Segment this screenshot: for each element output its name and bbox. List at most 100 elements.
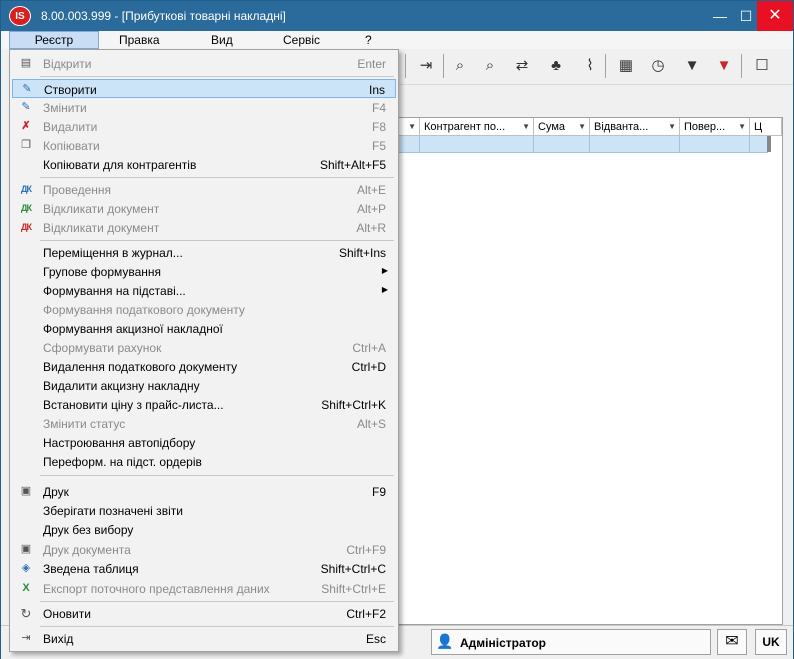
menu-item-create-invoice[interactable]: Сформувати рахунок Ctrl+A	[12, 338, 396, 357]
menu-item-shortcut: F4	[371, 101, 386, 115]
menu-item-label: Оновити	[43, 607, 91, 621]
menu-item-label: Проведення	[43, 183, 112, 197]
menu-item-create[interactable]: ✎ Створити Ins	[12, 79, 396, 98]
find-icon[interactable]: ⌕	[449, 55, 471, 77]
menu-item-label: Змінити	[43, 101, 87, 115]
menu-item-print-without-choice[interactable]: Друк без вибору	[12, 520, 396, 539]
documents-grid: ▼ Контрагент по... ▼ Сума ▼ Відванта... ▼ П…	[397, 117, 783, 625]
sort-arrow-icon: ▼	[738, 122, 746, 131]
menu-separator	[40, 177, 394, 178]
menu-help[interactable]: ?	[359, 31, 378, 49]
menu-item-label: Встановити ціну з прайс-листа...	[43, 398, 224, 412]
table-cell	[398, 136, 420, 153]
menu-item-label: Видалити акцизну накладну	[43, 379, 200, 393]
excel-export-icon: X	[22, 582, 30, 594]
column-header-returned[interactable]: Повер... ▼	[680, 118, 750, 136]
close-button[interactable]: ✕	[757, 1, 793, 31]
menu-separator	[40, 626, 394, 627]
menu-item-formation-based-on[interactable]: Формування на підставі... ▶	[12, 281, 396, 300]
exit-door-icon[interactable]: ⇥	[415, 55, 437, 77]
mail-icon[interactable]: ✉	[717, 629, 747, 655]
menu-item-reform-by-orders[interactable]: Переформ. на підст. ордерів	[12, 452, 396, 471]
app-logo-icon: IS	[9, 6, 31, 26]
user-icon: 👤	[436, 633, 454, 649]
menu-item-set-price-from-pricelist[interactable]: Встановити ціну з прайс-листа... Shift+C…	[12, 395, 396, 414]
menu-item-group-formation[interactable]: Групове формування ▶	[12, 262, 396, 281]
menu-item-delete-excise-invoice[interactable]: Видалити акцизну накладну	[12, 376, 396, 395]
menu-registry[interactable]: Реєстр	[9, 31, 99, 49]
menu-item-autoselect-settings[interactable]: Настроювання автопідбору	[12, 433, 396, 452]
menu-item-change-status[interactable]: Змінити статус Alt+S	[12, 414, 396, 433]
menu-item-print[interactable]: ▣ Друк F9	[12, 482, 396, 501]
menu-item-label: Копіювати для контрагентів	[43, 158, 197, 172]
menu-item-recall-document[interactable]: ДК Відкликати документ Alt+P	[12, 199, 396, 218]
refresh-icon: ↻	[20, 606, 32, 621]
filter-icon[interactable]: ▼	[681, 55, 703, 77]
menu-item-export-view[interactable]: X Експорт поточного представлення даних …	[12, 579, 396, 598]
sort-arrow-icon: ▼	[668, 122, 676, 131]
column-header-price[interactable]: Ц	[750, 118, 782, 136]
user-name: Адміністратор	[460, 636, 547, 650]
create-icon: ✎	[22, 83, 32, 95]
menu-item-shortcut: Alt+E	[356, 183, 386, 197]
find-next-icon[interactable]: ⌕	[479, 55, 501, 77]
column-header-counterparty[interactable]: Контрагент по... ▼	[420, 118, 534, 136]
menu-view[interactable]: Вид	[205, 31, 239, 49]
menu-item-open[interactable]: ▤ Відкрити Enter	[12, 54, 396, 73]
menu-item-recall-document[interactable]: ДК Відкликати документ Alt+R	[12, 218, 396, 237]
menu-item-label: Формування акцизної накладної	[43, 322, 223, 336]
column-header-shipped[interactable]: Відванта... ▼	[590, 118, 680, 136]
menu-item-shortcut: Esc	[365, 632, 386, 646]
menu-item-save-marked-reports[interactable]: Зберігати позначені звіти	[12, 501, 396, 520]
column-header-sum[interactable]: Сума ▼	[534, 118, 590, 136]
table-icon[interactable]: ▦	[615, 55, 637, 77]
registry-dropdown-menu: ▤ Відкрити Enter ✎ Створити Ins ✎ Змінит…	[9, 49, 399, 652]
transfer-icon[interactable]: ⇄	[511, 55, 533, 77]
clear-filter-icon[interactable]: ▼	[713, 55, 735, 77]
menu-item-tax-document-formation[interactable]: Формування податкового документу	[12, 300, 396, 319]
open-icon: ▤	[20, 57, 32, 69]
panel-icon[interactable]: ☐	[751, 55, 773, 77]
column-label: Контрагент по...	[424, 121, 506, 133]
posting-icon: ДК	[21, 184, 32, 194]
toolbar-separator	[405, 54, 406, 78]
menu-item-delete[interactable]: ✗ Видалити F8	[12, 117, 396, 136]
menu-item-copy-for-counterparties[interactable]: Копіювати для контрагентів Shift+Alt+F5	[12, 155, 396, 174]
menu-item-edit[interactable]: ✎ Змінити F4	[12, 98, 396, 117]
menu-separator	[40, 76, 394, 77]
clock-icon[interactable]: ◷	[647, 55, 669, 77]
menu-item-delete-tax-document[interactable]: Видалення податкового документу Ctrl+D	[12, 357, 396, 376]
attach-icon[interactable]: ⌇	[579, 55, 601, 77]
menu-item-shortcut: Alt+R	[356, 221, 386, 235]
menu-edit[interactable]: Правка	[113, 31, 166, 49]
print-icon: ▣	[20, 485, 32, 497]
menu-item-shortcut: Shift+Ctrl+C	[320, 562, 386, 576]
menu-item-label: Видалити	[43, 120, 98, 134]
grid-header: ▼ Контрагент по... ▼ Сума ▼ Відванта... ▼ П…	[398, 118, 782, 136]
menu-item-label: Відкрити	[43, 57, 92, 71]
menu-bar: Реєстр Правка Вид Сервіс ?	[1, 31, 793, 49]
menu-item-shortcut: Alt+P	[356, 202, 386, 216]
current-user[interactable]: 👤 Адміністратор	[431, 629, 711, 655]
menu-item-pivot-table[interactable]: ◈ Зведена таблиця Shift+Ctrl+C	[12, 559, 396, 578]
menu-item-excise-invoice-formation[interactable]: Формування акцизної накладної	[12, 319, 396, 338]
menu-item-label: Відкликати документ	[43, 202, 160, 216]
menu-item-label: Зберігати позначені звіти	[43, 504, 183, 518]
language-indicator[interactable]: UK	[755, 629, 787, 655]
menu-item-shortcut: Shift+Ctrl+K	[321, 398, 386, 412]
menu-item-copy[interactable]: ❐ Копіювати F5	[12, 136, 396, 155]
menu-service[interactable]: Сервіс	[277, 31, 326, 49]
menu-item-exit[interactable]: ⇥ Вихід Esc	[12, 629, 396, 648]
vertical-scrollbar[interactable]	[767, 136, 771, 152]
app-window: IS 8.00.003.999 - [Прибуткові товарні на…	[0, 0, 794, 659]
menu-item-label: Видалення податкового документу	[43, 360, 238, 374]
menu-item-move-to-journal[interactable]: Переміщення в журнал... Shift+Ins	[12, 243, 396, 262]
recall-red-icon: ДК	[21, 222, 32, 232]
menu-item-refresh[interactable]: ↻ Оновити Ctrl+F2	[12, 604, 396, 623]
table-row[interactable]	[398, 136, 768, 153]
tree-icon[interactable]: ♣	[545, 55, 567, 77]
menu-item-print-document[interactable]: ▣ Друк документа Ctrl+F9	[12, 540, 396, 559]
column-header[interactable]: ▼	[398, 118, 420, 136]
menu-item-shortcut: Enter	[357, 57, 386, 71]
menu-item-posting[interactable]: ДК Проведення Alt+E	[12, 180, 396, 199]
